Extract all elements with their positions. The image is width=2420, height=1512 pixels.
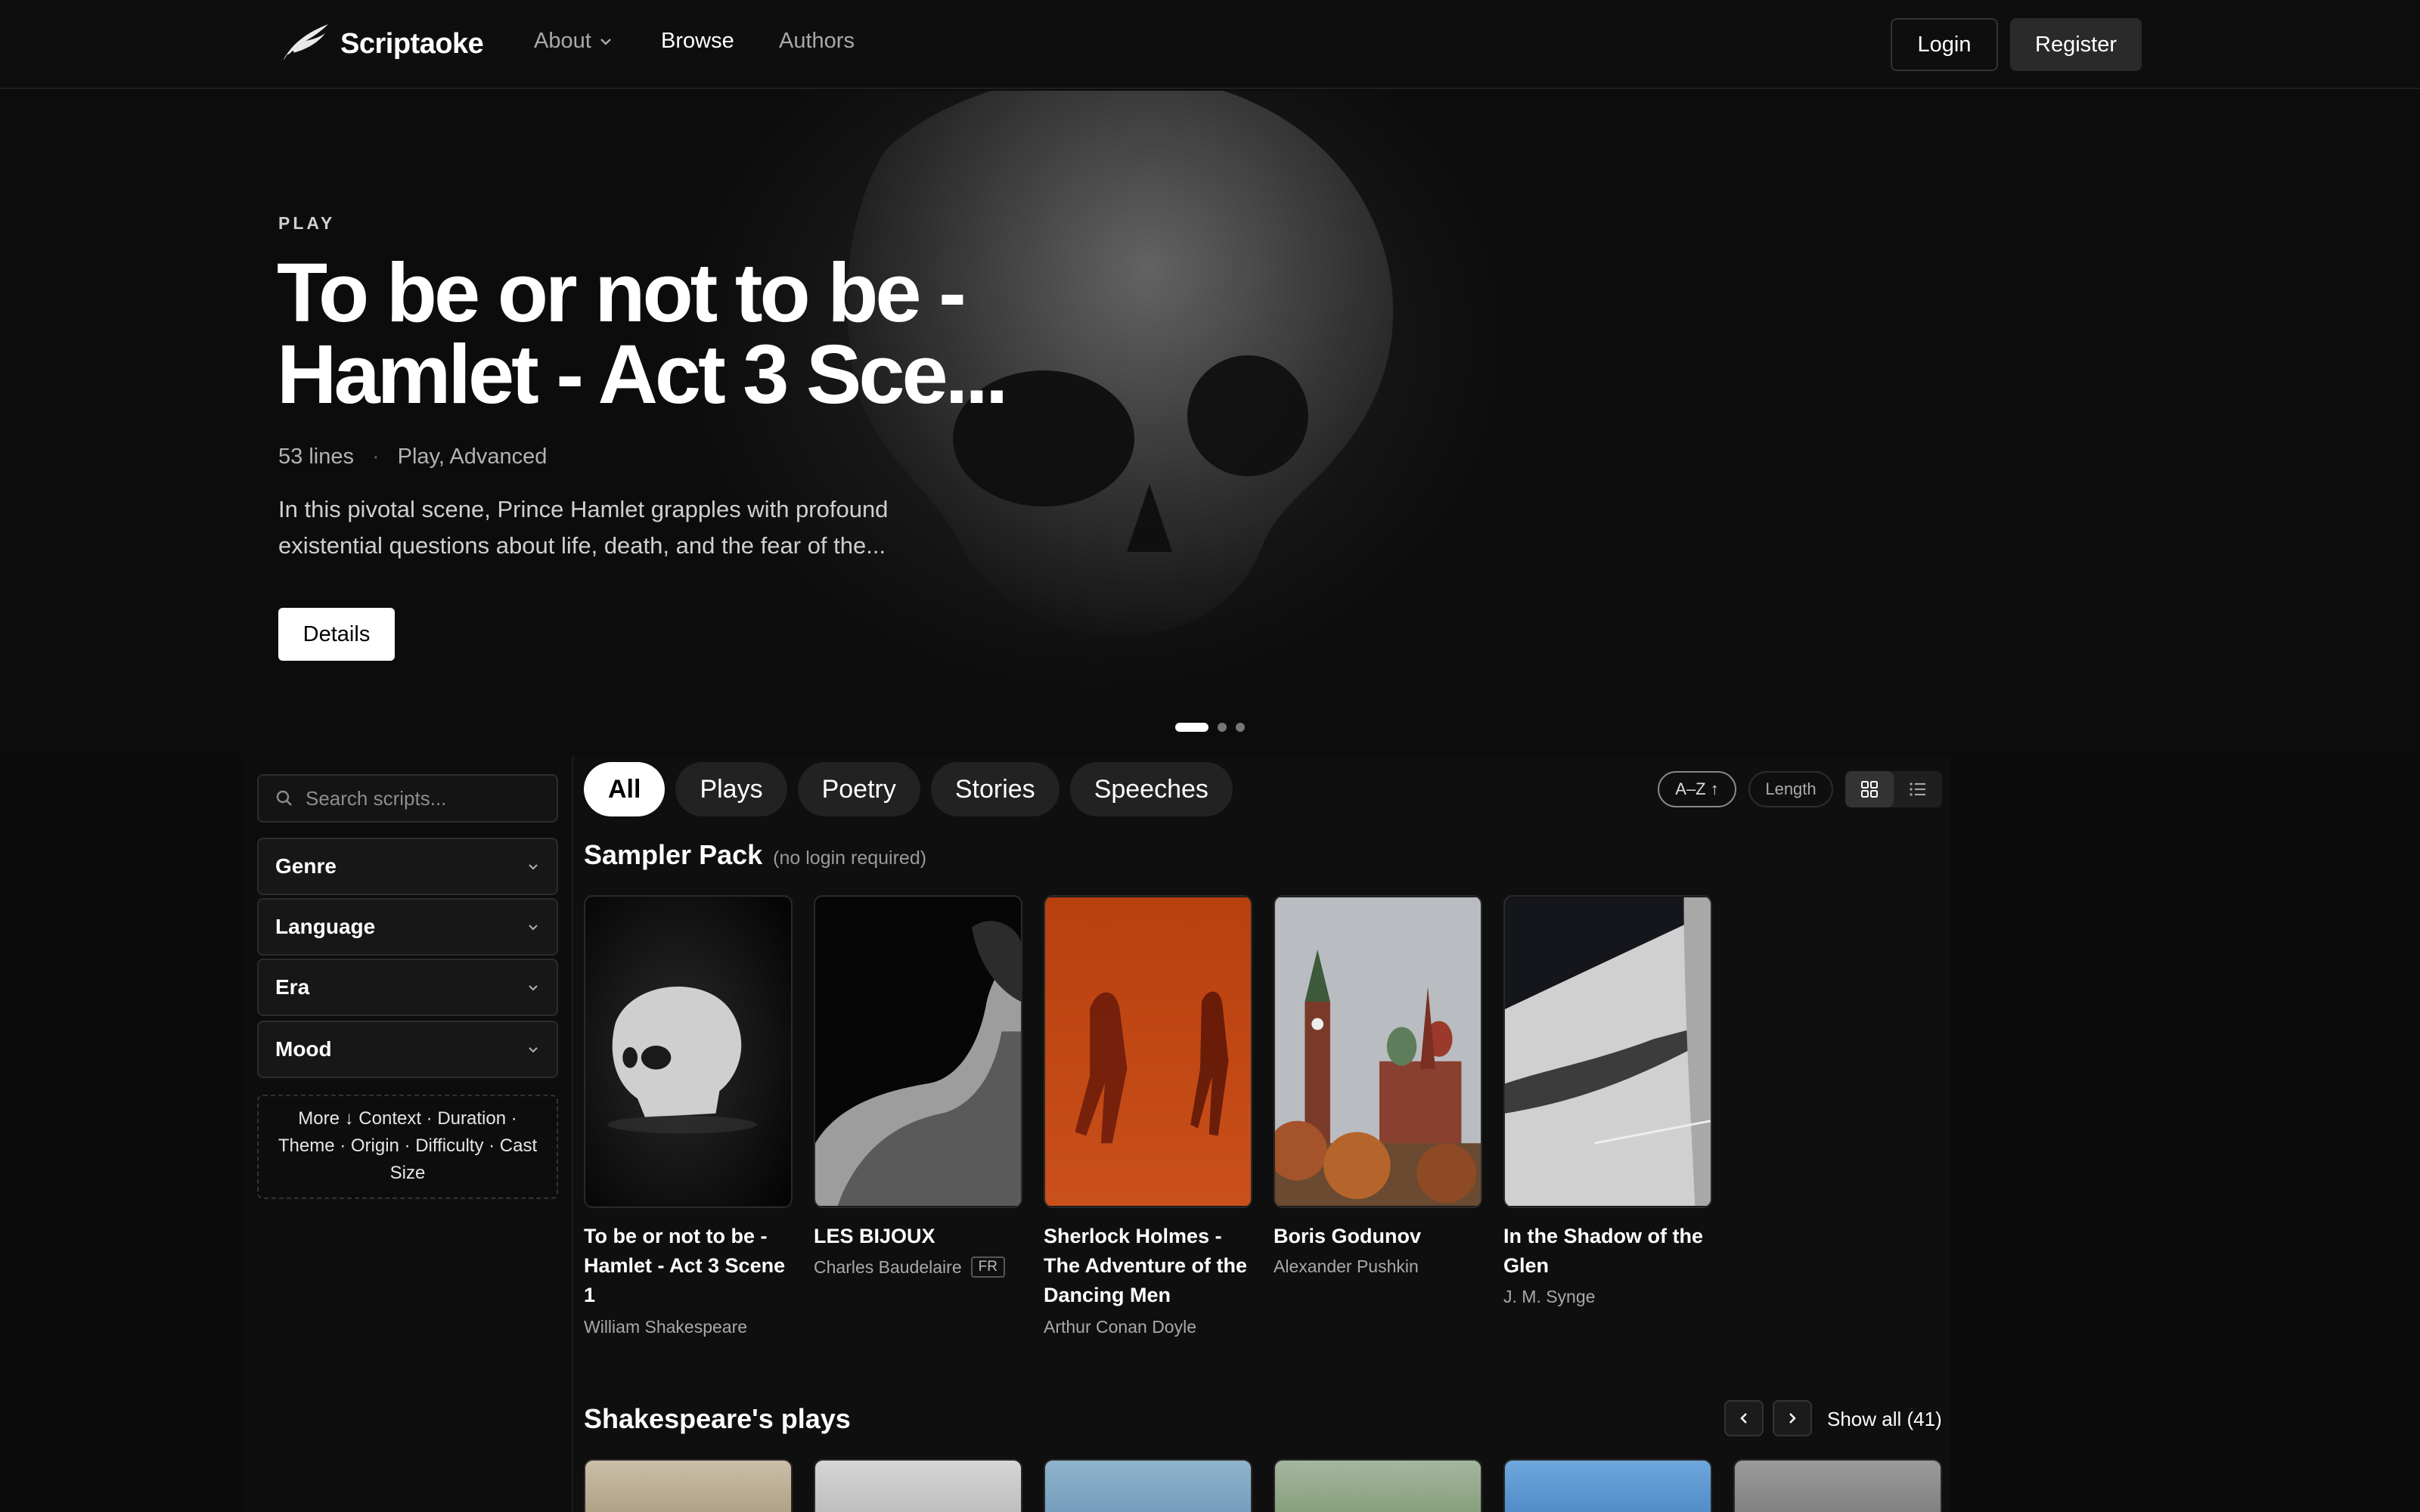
card-author-name: Charles Baudelaire	[814, 1256, 962, 1277]
hero-title: To be or not to be - Hamlet - Act 3 Sce.…	[277, 246, 1008, 421]
pager-dot-1[interactable]	[1175, 723, 1208, 732]
chevron-down-icon	[600, 38, 611, 45]
portrait-cover-image	[815, 897, 1021, 1206]
details-button[interactable]: Details	[278, 608, 395, 661]
pager-dot-3[interactable]	[1236, 723, 1245, 732]
list-view-icon	[1910, 782, 1925, 796]
grid-view-button[interactable]	[1845, 771, 1894, 807]
hero-banner: PLAY To be or not to be - Hamlet - Act 3…	[0, 91, 2420, 756]
script-card-boris-godunov[interactable]	[1274, 895, 1482, 1208]
kremlin-cover-image	[1275, 897, 1481, 1206]
script-card-les-bijoux[interactable]	[814, 895, 1022, 1208]
card-author-name: Alexander Pushkin	[1274, 1256, 1419, 1276]
quill-logo-icon	[280, 24, 328, 65]
facet-mood-label: Mood	[275, 1037, 332, 1061]
list-view-button[interactable]	[1894, 771, 1942, 807]
facet-language[interactable]: Language	[257, 898, 558, 956]
sort-length-button[interactable]: Length	[1748, 771, 1833, 807]
script-card-hamlet[interactable]	[584, 895, 793, 1208]
chevron-down-icon	[529, 1047, 538, 1053]
card-title[interactable]: In the Shadow of the Glen	[1503, 1222, 1708, 1281]
shakespeare-plays-heading: Shakespeare's plays	[584, 1403, 851, 1434]
hero-category: PLAY	[278, 213, 336, 233]
pager-dot-2[interactable]	[1218, 723, 1227, 732]
chevron-left-icon	[1740, 1413, 1747, 1424]
hero-meta: 53 lines · Play, Advanced	[278, 445, 547, 469]
card-title[interactable]: LES BIJOUX	[814, 1222, 1018, 1251]
view-toggle	[1845, 771, 1942, 807]
play-card[interactable]	[1503, 1459, 1712, 1512]
card-author: William Shakespeare	[584, 1317, 803, 1337]
nav-authors[interactable]: Authors	[779, 29, 855, 54]
card-title[interactable]: To be or not to be - Hamlet - Act 3 Scen…	[584, 1222, 788, 1310]
chevron-right-icon	[1789, 1413, 1796, 1424]
nav-about-label: About	[534, 29, 591, 53]
facet-mood[interactable]: Mood	[257, 1021, 558, 1078]
sort-az-button[interactable]: A–Z ↑	[1658, 771, 1736, 807]
hero-description: In this pivotal scene, Prince Hamlet gra…	[278, 496, 889, 559]
nav-about[interactable]: About	[534, 29, 613, 54]
facet-era-label: Era	[275, 975, 310, 999]
tab-stories[interactable]: Stories	[930, 762, 1060, 816]
sampler-pack-title: Sampler Pack	[584, 839, 763, 870]
shadow-cover-image	[1505, 897, 1711, 1206]
facet-era[interactable]: Era	[257, 959, 558, 1016]
show-all-link[interactable]: Show all (41)	[1827, 1408, 1942, 1431]
more-filters[interactable]: More ↓ Context · Duration · Theme · Orig…	[257, 1095, 558, 1199]
play-card[interactable]	[1733, 1459, 1942, 1512]
carousel-next-button[interactable]	[1773, 1400, 1812, 1436]
nav-authors-label: Authors	[779, 29, 855, 53]
chevron-down-icon	[529, 864, 538, 870]
play-card[interactable]	[1044, 1459, 1252, 1512]
search-placeholder: Search scripts...	[306, 786, 447, 810]
card-author: Charles Baudelaire FR	[814, 1256, 1033, 1278]
facet-genre[interactable]: Genre	[257, 838, 558, 895]
card-author: J. M. Synge	[1503, 1287, 1723, 1307]
hero-tags: Play, Advanced	[397, 445, 548, 469]
hero-lines: 53 lines	[278, 445, 354, 469]
chevron-down-icon	[529, 985, 538, 991]
sampler-pack-note: (no login required)	[773, 847, 927, 869]
register-button[interactable]: Register	[2010, 18, 2142, 71]
nav-browse[interactable]: Browse	[661, 29, 734, 54]
app-name: Scriptaoke	[340, 27, 484, 60]
category-tabs: All Plays Poetry Stories Speeches	[584, 762, 1233, 816]
card-author-name: William Shakespeare	[584, 1317, 748, 1337]
login-button[interactable]: Login	[1891, 18, 1998, 71]
hero-pager	[1175, 723, 1245, 732]
skull-cover-image	[585, 897, 791, 1206]
meta-separator: ·	[371, 445, 380, 469]
tab-all[interactable]: All	[584, 762, 666, 816]
play-card[interactable]	[1274, 1459, 1482, 1512]
search-input[interactable]: Search scripts...	[257, 774, 558, 823]
card-title[interactable]: Sherlock Holmes - The Adventure of the D…	[1044, 1222, 1248, 1310]
script-card-shadow-of-the-glen[interactable]	[1503, 895, 1712, 1208]
card-author: Arthur Conan Doyle	[1044, 1317, 1263, 1337]
nav-browse-label: Browse	[661, 29, 734, 53]
card-title[interactable]: Boris Godunov	[1274, 1222, 1478, 1251]
logo[interactable]: Scriptaoke	[278, 21, 484, 67]
facet-language-label: Language	[275, 915, 376, 938]
search-icon	[276, 790, 292, 806]
language-badge: FR	[970, 1256, 1005, 1278]
play-card[interactable]	[584, 1459, 793, 1512]
carousel-prev-button[interactable]	[1724, 1400, 1764, 1436]
grid-view-icon	[1861, 781, 1878, 798]
card-author-name: J. M. Synge	[1503, 1287, 1596, 1306]
tab-plays[interactable]: Plays	[675, 762, 787, 816]
sampler-pack-heading: Sampler Pack (no login required)	[584, 839, 926, 871]
script-card-sherlock-holmes[interactable]	[1044, 895, 1252, 1208]
facet-genre-label: Genre	[275, 854, 337, 878]
card-author: Alexander Pushkin	[1274, 1256, 1493, 1277]
play-card[interactable]	[814, 1459, 1022, 1512]
tab-speeches[interactable]: Speeches	[1069, 762, 1233, 816]
chevron-down-icon	[529, 925, 538, 931]
card-author-name: Arthur Conan Doyle	[1044, 1317, 1196, 1337]
running-figures-cover-image	[1045, 897, 1251, 1206]
top-nav: Scriptaoke About Browse Authors Login Re…	[0, 0, 2420, 89]
tab-poetry[interactable]: Poetry	[797, 762, 920, 816]
